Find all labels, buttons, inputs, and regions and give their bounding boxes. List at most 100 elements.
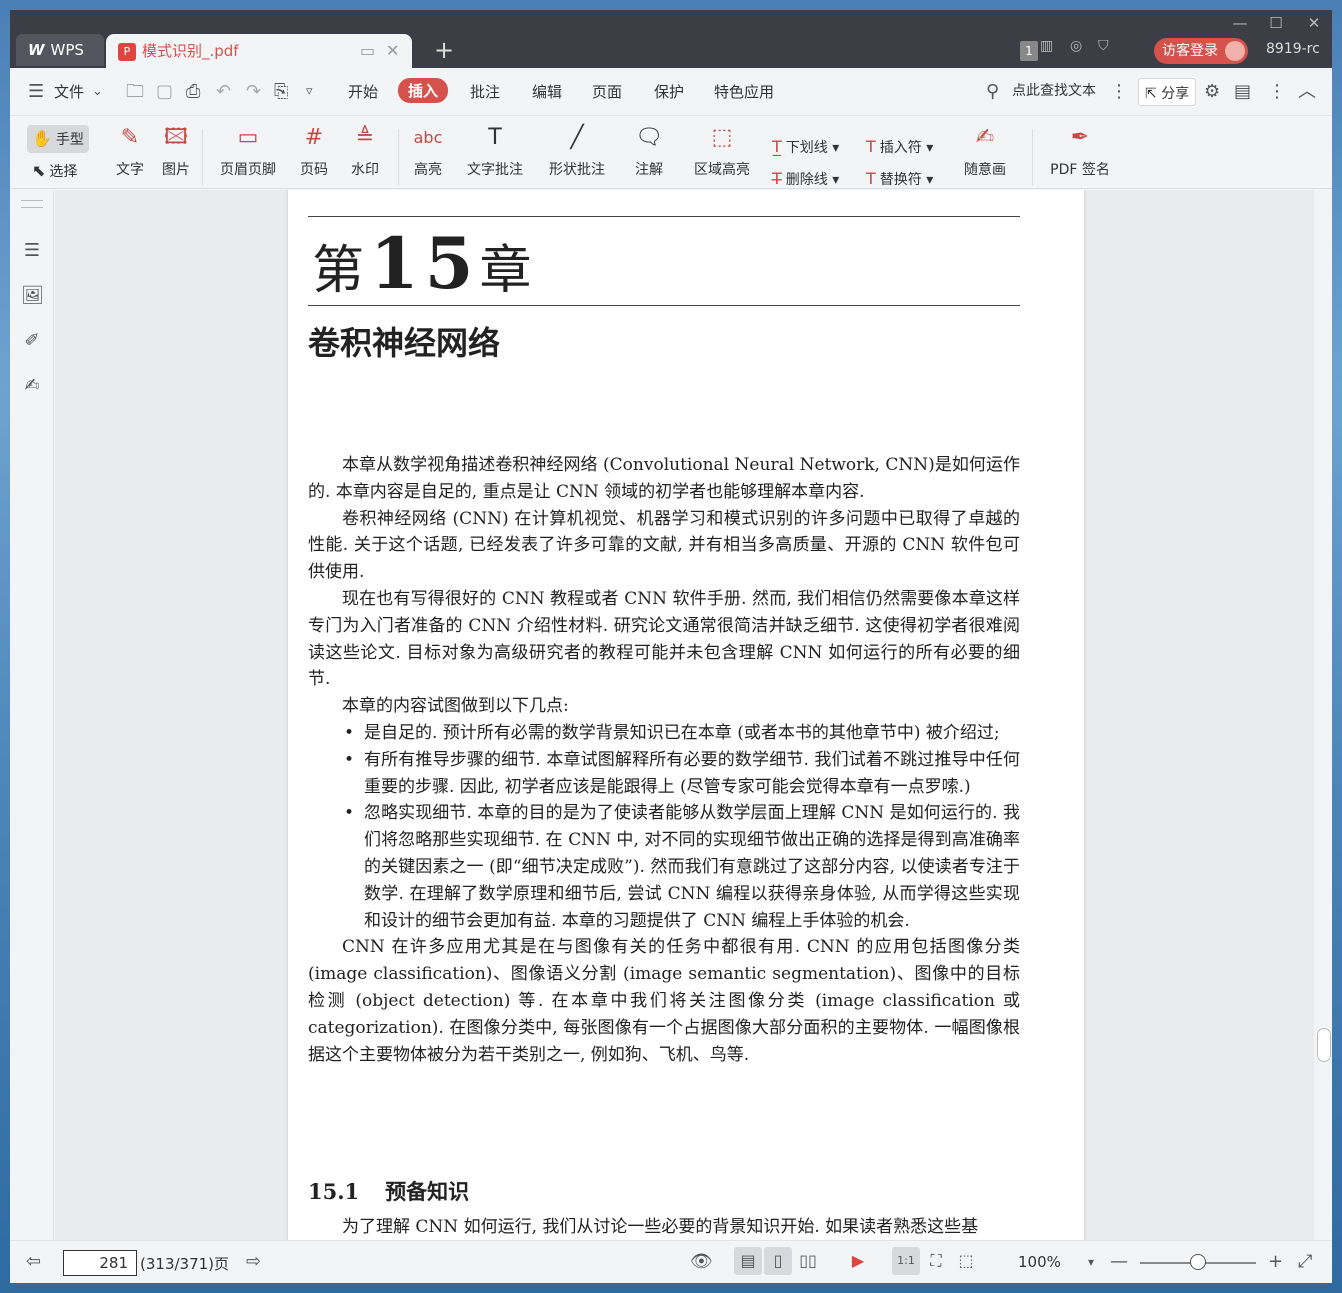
- insert-image-button[interactable]: 🖾 图片: [158, 121, 194, 179]
- scrollbar-thumb[interactable]: [1317, 1028, 1331, 1062]
- paragraph: CNN 在许多应用尤其是在与图像有关的任务中都很有用. CNN 的应用包括图像分…: [308, 937, 1020, 1065]
- eye-protection-icon[interactable]: 👁: [690, 1251, 713, 1272]
- share-button[interactable]: ⇱ 分享: [1138, 78, 1197, 106]
- annotation-label: 注解: [635, 162, 663, 178]
- strikethrough-button[interactable]: T̶ 删除线 ▾: [772, 169, 839, 189]
- area-highlight-button[interactable]: ⬚ 区域高亮: [684, 121, 760, 179]
- wps-window: — ☐ ✕ W WPS P 模式识别_.pdf ▭ ✕ + 1 ▥ ◎ ⛉ 访客登录…: [10, 10, 1332, 1283]
- menu-item-special-apps[interactable]: 特色应用: [714, 81, 774, 102]
- replace-mark-button[interactable]: T 替换符 ▾: [866, 169, 933, 189]
- shape-note-button[interactable]: ╱ 形状批注: [540, 121, 614, 179]
- more-options-icon[interactable]: ⋮: [1268, 82, 1286, 102]
- watermark-button[interactable]: ≜ 水印: [344, 121, 386, 179]
- zoom-in-icon[interactable]: +: [1268, 1251, 1283, 1272]
- close-window-button[interactable]: ✕: [1296, 12, 1332, 34]
- signature-panel-icon[interactable]: ✍: [21, 375, 43, 397]
- fit-page-icon[interactable]: ⛶: [922, 1247, 950, 1275]
- tab-close-icon[interactable]: ✕: [386, 34, 399, 68]
- insert-mark-button[interactable]: T 插入符 ▾: [866, 137, 933, 157]
- header-footer-button[interactable]: ▭ 页眉页脚: [210, 121, 286, 179]
- more-vertical-icon[interactable]: ⋮: [1110, 82, 1128, 102]
- comment-icon[interactable]: ▤: [1234, 82, 1251, 102]
- skin-icon[interactable]: ◎: [1070, 38, 1082, 54]
- insert-mark-icon: T: [866, 137, 876, 156]
- open-folder-icon[interactable]: 🗀: [126, 82, 144, 102]
- insert-text-label: 文字: [116, 162, 144, 178]
- previous-page-icon[interactable]: ⇦: [26, 1251, 41, 1272]
- continuous-view-icon[interactable]: ▤: [734, 1247, 762, 1275]
- page-number-icon: #: [304, 125, 324, 150]
- save-icon[interactable]: ▢: [156, 82, 173, 102]
- paragraph: 本章从数学视角描述卷积神经网络 (Convolutional Neural Ne…: [308, 455, 1020, 502]
- select-tool-button[interactable]: ⬉ 选择: [32, 161, 77, 181]
- menu-item-annotate[interactable]: 批注: [470, 81, 500, 102]
- page-number-button[interactable]: # 页码: [296, 121, 332, 179]
- next-page-icon[interactable]: ⇨: [246, 1251, 261, 1272]
- hamburger-icon[interactable]: ☰: [28, 82, 44, 102]
- hand-tool-label: 手型: [55, 132, 84, 148]
- search-icon[interactable]: ⚲: [986, 82, 999, 102]
- hand-icon: ✋: [32, 129, 52, 148]
- dual-page-icon[interactable]: ▯▯: [794, 1247, 822, 1275]
- highlight-button[interactable]: abc 高亮: [406, 121, 450, 179]
- menu-item-page[interactable]: 页面: [592, 81, 622, 102]
- actual-size-icon[interactable]: 1:1: [892, 1247, 920, 1275]
- document-viewport[interactable]: 第15章 卷积神经网络 本章从数学视角描述卷积神经网络 (Convolution…: [55, 190, 1314, 1240]
- maximize-button[interactable]: ☐: [1258, 12, 1294, 34]
- thumbnail-image-icon[interactable]: 🖼: [21, 285, 44, 307]
- annotation-button[interactable]: 🗨 注解: [626, 121, 672, 179]
- redo-icon[interactable]: ↷: [246, 82, 261, 102]
- window-count-badge[interactable]: 1: [1020, 41, 1038, 61]
- collapse-ribbon-icon[interactable]: ︿: [1298, 82, 1316, 102]
- zoom-out-icon[interactable]: —: [1110, 1251, 1128, 1272]
- minimize-button[interactable]: —: [1222, 12, 1258, 34]
- zoom-level[interactable]: 100%: [1018, 1253, 1061, 1271]
- toolbar-divider: [202, 129, 203, 185]
- tab-float-icon[interactable]: ▭: [360, 34, 375, 68]
- status-bar: ⇦ 281 (313/371)页 ⇨ 👁 ▤ ▯ ▯▯ ▶ 1:1 ⛶ ⬚ 10…: [10, 1240, 1332, 1283]
- page-number-label: 页码: [300, 162, 328, 178]
- toolbar-divider: [1032, 129, 1033, 185]
- tab-document[interactable]: P 模式识别_.pdf ▭ ✕: [106, 34, 412, 68]
- panel-drag-handle-icon[interactable]: [21, 200, 43, 208]
- menu-item-protect[interactable]: 保护: [654, 81, 684, 102]
- bullet-item: 有所有推导步骤的细节. 本章试图解释所有必要的数学细节. 我们试着不跳过推导中任…: [308, 747, 1020, 801]
- settings-gear-icon[interactable]: ⚙: [1204, 82, 1220, 102]
- play-slideshow-icon[interactable]: ▶: [844, 1247, 872, 1275]
- menu-item-insert[interactable]: 插入: [398, 78, 449, 103]
- zoom-dropdown-icon[interactable]: ▾: [1088, 1255, 1094, 1269]
- find-text-button[interactable]: 点此查找文本: [1012, 80, 1096, 100]
- menu-file[interactable]: 文件: [54, 81, 84, 102]
- outline-list-icon[interactable]: ☰: [21, 240, 43, 262]
- visitor-login-button[interactable]: 访客登录: [1154, 38, 1248, 64]
- export-icon[interactable]: ⎘: [274, 82, 288, 102]
- pdf-sign-button[interactable]: ✒ PDF 签名: [1042, 121, 1118, 179]
- watermark-icon: ≜: [355, 125, 375, 150]
- chevron-down-icon[interactable]: ⌄: [92, 82, 103, 102]
- text-note-button[interactable]: T 文字批注: [464, 121, 526, 179]
- new-tab-button[interactable]: +: [434, 36, 454, 64]
- replace-mark-icon: T: [866, 169, 876, 188]
- single-page-icon[interactable]: ▯: [764, 1247, 792, 1275]
- underline-button[interactable]: T̲ 下划线 ▾: [772, 137, 839, 157]
- bookmark-pen-icon[interactable]: ✐: [21, 330, 43, 352]
- page-number-input[interactable]: 281: [63, 1250, 137, 1276]
- insert-text-button[interactable]: ✎ 文字: [112, 121, 148, 179]
- undo-icon[interactable]: ↶: [216, 82, 231, 102]
- vertical-scrollbar[interactable]: [1314, 190, 1332, 1240]
- print-icon[interactable]: ⎙: [186, 82, 200, 102]
- zoom-slider[interactable]: [1140, 1254, 1256, 1270]
- window-list-icon[interactable]: ▥: [1040, 38, 1053, 54]
- fullscreen-icon[interactable]: ⤢: [1298, 1251, 1312, 1272]
- zoom-slider-knob[interactable]: [1190, 1254, 1206, 1270]
- hand-tool-button[interactable]: ✋ 手型: [32, 129, 84, 149]
- fit-width-icon[interactable]: ⬚: [952, 1247, 980, 1275]
- tab-wps-home[interactable]: W WPS: [16, 34, 104, 66]
- highlight-abc-icon: abc: [413, 128, 443, 147]
- freehand-button[interactable]: ✍ 随意画: [956, 121, 1014, 179]
- menu-item-edit[interactable]: 编辑: [532, 81, 562, 102]
- tshirt-icon[interactable]: ⛉: [1098, 38, 1109, 54]
- menu-item-start[interactable]: 开始: [348, 81, 378, 102]
- quick-access-dropdown-icon[interactable]: ▿: [306, 82, 313, 102]
- strikethrough-icon: T̶: [772, 169, 782, 188]
